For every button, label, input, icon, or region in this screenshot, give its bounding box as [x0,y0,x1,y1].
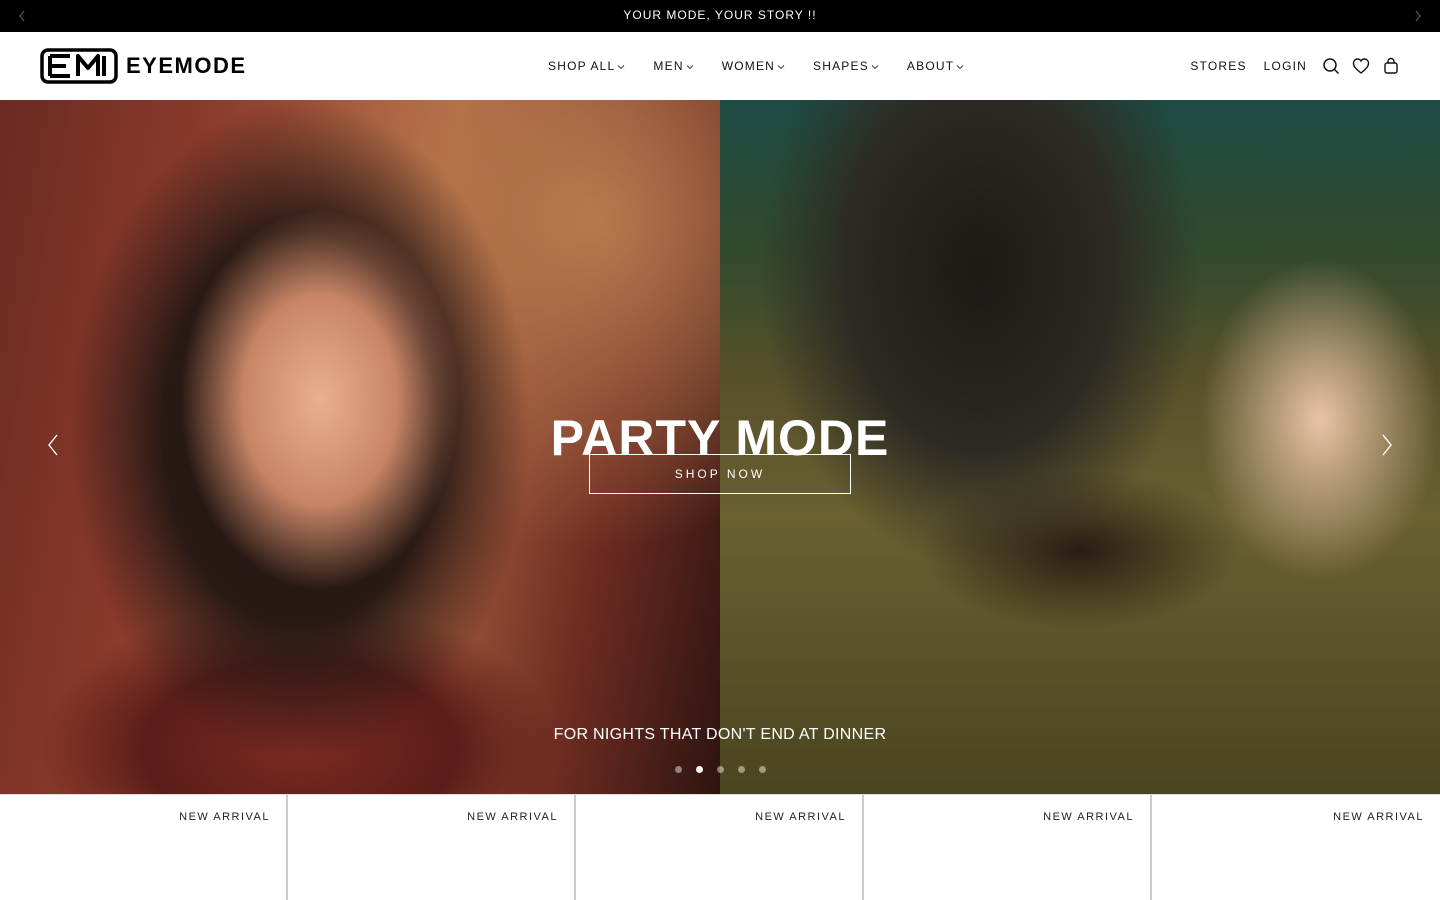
chevron-right-icon [1415,10,1421,22]
product-card[interactable]: NEW ARRIVAL [0,795,288,900]
nav-item-men[interactable]: MEN [653,59,694,73]
nav-item-label: WOMEN [721,59,776,73]
chevron-down-icon [618,64,625,69]
header-actions: STORES LOGIN [1173,32,1400,100]
new-arrival-badge: NEW ARRIVAL [467,811,558,823]
chevron-down-icon [777,64,785,69]
slider-dot[interactable] [674,766,682,773]
login-link[interactable]: LOGIN [1264,59,1307,73]
stores-link[interactable]: STORES [1190,59,1246,73]
search-icon [1323,58,1340,75]
announcement-next-button[interactable] [1402,0,1434,32]
product-strip: NEW ARRIVAL NEW ARRIVAL NEW ARRIVAL NEW … [0,794,1440,900]
logo-mark-icon [40,48,118,84]
product-card[interactable]: NEW ARRIVAL [288,795,576,900]
main-nav: SHOP ALL MEN WOMEN SHAPES ABOUT [548,32,992,100]
product-card[interactable]: NEW ARRIVAL [864,795,1152,900]
wishlist-button[interactable] [1352,57,1370,75]
new-arrival-badge: NEW ARRIVAL [1333,811,1424,823]
nav-item-label: ABOUT [906,59,955,73]
search-button[interactable] [1322,57,1340,75]
new-arrival-badge: NEW ARRIVAL [1043,811,1134,823]
slider-dot[interactable] [758,766,766,773]
logo[interactable]: EYEMODE [40,48,247,84]
slider-dots [0,766,1440,773]
chevron-down-icon [871,64,879,69]
nav-item-shapes[interactable]: SHAPES [813,59,879,73]
nav-item-label: MEN [653,59,684,73]
slider-dot[interactable] [695,766,703,773]
chevron-down-icon [686,64,694,69]
product-card[interactable]: NEW ARRIVAL [1152,795,1440,900]
slider-dot[interactable] [737,766,745,773]
nav-item-label: SHAPES [813,59,869,73]
nav-item-label: SHOP ALL [548,59,616,73]
site-header: EYEMODE SHOP ALL MEN WOMEN SHAPES ABOUT … [0,32,1440,100]
announcement-bar: YOUR MODE, YOUR STORY !! [0,0,1440,32]
announcement-text: YOUR MODE, YOUR STORY !! [623,8,817,22]
hero-slider: PARTY MODE SHOP NOW FOR NIGHTS THAT DON'… [0,100,1440,794]
nav-item-women[interactable]: WOMEN [722,59,785,73]
new-arrival-badge: NEW ARRIVAL [755,811,846,823]
nav-item-about[interactable]: ABOUT [907,59,964,73]
shop-now-button[interactable]: SHOP NOW [589,454,851,494]
shopping-bag-icon [1384,57,1398,74]
heart-icon [1352,58,1370,74]
slider-dot[interactable] [716,766,724,773]
product-card[interactable]: NEW ARRIVAL [576,795,864,900]
chevron-down-icon [956,64,964,69]
cart-button[interactable] [1382,57,1400,75]
hero-caption: FOR NIGHTS THAT DON'T END AT DINNER [553,726,887,743]
logo-text: EYEMODE [126,53,247,78]
nav-item-shop-all[interactable]: SHOP ALL [548,59,625,73]
new-arrival-badge: NEW ARRIVAL [179,811,270,823]
